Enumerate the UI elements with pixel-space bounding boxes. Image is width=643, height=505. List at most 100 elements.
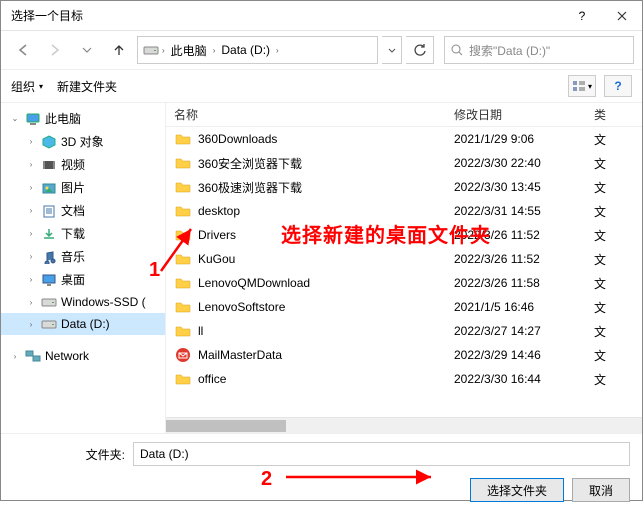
file-type: 文	[594, 227, 624, 244]
file-type: 文	[594, 323, 624, 340]
file-date: 2022/3/30 16:44	[454, 372, 594, 386]
new-folder-button[interactable]: 新建文件夹	[57, 78, 117, 95]
table-row[interactable]: KuGou2022/3/26 11:52文	[166, 247, 642, 271]
docs-icon	[41, 203, 57, 219]
expand-icon[interactable]: ›	[25, 298, 37, 307]
expand-icon[interactable]: ›	[25, 137, 37, 146]
expand-icon[interactable]: ›	[25, 206, 37, 215]
chevron-down-icon	[82, 47, 92, 53]
tree-node-2[interactable]: ›图片	[1, 176, 165, 199]
video-icon	[41, 157, 57, 173]
table-row[interactable]: 360极速浏览器下载2022/3/30 13:45文	[166, 175, 642, 199]
file-list: 名称 修改日期 类 360Downloads2021/1/29 9:06文360…	[166, 103, 642, 433]
up-button[interactable]	[105, 36, 133, 64]
drive-icon	[41, 294, 57, 310]
tree-label: 3D 对象	[61, 133, 104, 150]
table-row[interactable]: 360Downloads2021/1/29 9:06文	[166, 127, 642, 151]
expand-icon[interactable]: ›	[9, 352, 21, 361]
tree-node-5[interactable]: ›音乐	[1, 245, 165, 268]
breadcrumb-history-button[interactable]	[382, 36, 402, 64]
folder-icon	[174, 226, 192, 244]
pictures-icon	[41, 180, 57, 196]
mail-icon	[174, 346, 192, 364]
back-button[interactable]	[9, 36, 37, 64]
file-type: 文	[594, 371, 624, 388]
table-row[interactable]: Drivers2022/3/26 11:52文	[166, 223, 642, 247]
file-type: 文	[594, 131, 624, 148]
file-date: 2022/3/30 22:40	[454, 156, 594, 170]
breadcrumb-drive[interactable]: Data (D:)	[217, 41, 274, 59]
tree-this-pc[interactable]: ⌄ 此电脑	[1, 107, 165, 130]
file-name: MailMasterData	[198, 348, 454, 362]
file-type: 文	[594, 275, 624, 292]
forward-button[interactable]	[41, 36, 69, 64]
table-row[interactable]: LenovoQMDownload2022/3/26 11:58文	[166, 271, 642, 295]
table-row[interactable]: office2022/3/30 16:44文	[166, 367, 642, 391]
file-name: LenovoQMDownload	[198, 276, 454, 290]
file-date: 2021/1/5 16:46	[454, 300, 594, 314]
3d-icon	[41, 134, 57, 150]
horizontal-scrollbar[interactable]	[166, 417, 642, 433]
nav-tree[interactable]: ⌄ 此电脑 ›3D 对象›视频›图片›文档›下载›音乐›桌面›Windows-S…	[1, 103, 166, 433]
folder-icon	[174, 298, 192, 316]
close-button[interactable]	[602, 1, 642, 31]
list-body[interactable]: 360Downloads2021/1/29 9:06文360安全浏览器下载202…	[166, 127, 642, 417]
folder-name-input[interactable]	[133, 442, 630, 466]
file-name: ll	[198, 324, 454, 338]
file-name: desktop	[198, 204, 454, 218]
breadcrumb-root[interactable]: 此电脑	[167, 40, 211, 61]
file-date: 2022/3/27 14:27	[454, 324, 594, 338]
tree-node-0[interactable]: › 3D 对象	[1, 130, 165, 153]
tree-node-6[interactable]: ›桌面	[1, 268, 165, 291]
expand-icon[interactable]: ›	[25, 275, 37, 284]
expand-icon[interactable]: ›	[25, 252, 37, 261]
help-toolbar-button[interactable]: ?	[604, 75, 632, 97]
collapse-icon[interactable]: ⌄	[9, 114, 21, 123]
organize-menu[interactable]: 组织 ▾	[11, 78, 43, 95]
view-mode-button[interactable]: ▾	[568, 75, 596, 97]
close-icon	[617, 11, 627, 21]
search-icon	[451, 44, 463, 56]
expand-icon[interactable]: ›	[25, 229, 37, 238]
tree-node-8[interactable]: ›Data (D:)	[1, 313, 165, 335]
scrollbar-thumb[interactable]	[166, 420, 286, 432]
folder-icon	[174, 250, 192, 268]
expand-icon[interactable]: ›	[25, 183, 37, 192]
arrow-left-icon	[16, 43, 30, 57]
file-date: 2022/3/26 11:52	[454, 252, 594, 266]
search-input[interactable]: 搜索"Data (D:)"	[444, 36, 634, 64]
table-row[interactable]: 360安全浏览器下载2022/3/30 22:40文	[166, 151, 642, 175]
table-row[interactable]: desktop2022/3/31 14:55文	[166, 199, 642, 223]
desktop-icon	[41, 272, 57, 288]
cancel-button[interactable]: 取消	[572, 478, 630, 502]
col-name[interactable]: 名称	[174, 106, 454, 123]
table-row[interactable]: MailMasterData2022/3/29 14:46文	[166, 343, 642, 367]
expand-icon[interactable]: ›	[25, 320, 37, 329]
music-icon	[41, 249, 57, 265]
col-date[interactable]: 修改日期	[454, 106, 594, 123]
file-type: 文	[594, 299, 624, 316]
table-row[interactable]: LenovoSoftstore2021/1/5 16:46文	[166, 295, 642, 319]
help-button[interactable]: ?	[562, 1, 602, 31]
tree-node-7[interactable]: ›Windows-SSD (	[1, 291, 165, 313]
tree-node-4[interactable]: ›下载	[1, 222, 165, 245]
tree-label: 文档	[61, 202, 85, 219]
folder-icon	[174, 274, 192, 292]
footer: 文件夹: 选择文件夹 取消	[1, 433, 642, 505]
folder-icon	[174, 130, 192, 148]
tree-network[interactable]: › Network	[1, 345, 165, 367]
recent-button[interactable]	[73, 36, 101, 64]
select-folder-button[interactable]: 选择文件夹	[470, 478, 564, 502]
col-type[interactable]: 类	[594, 106, 624, 123]
list-header[interactable]: 名称 修改日期 类	[166, 103, 642, 127]
expand-icon[interactable]: ›	[25, 160, 37, 169]
file-name: LenovoSoftstore	[198, 300, 454, 314]
refresh-button[interactable]	[406, 36, 434, 64]
tree-node-1[interactable]: ›视频	[1, 153, 165, 176]
file-name: 360安全浏览器下载	[198, 155, 454, 172]
file-type: 文	[594, 347, 624, 364]
tree-node-3[interactable]: › 文档	[1, 199, 165, 222]
file-name: KuGou	[198, 252, 454, 266]
breadcrumb[interactable]: › 此电脑 › Data (D:) ›	[137, 36, 378, 64]
table-row[interactable]: ll2022/3/27 14:27文	[166, 319, 642, 343]
